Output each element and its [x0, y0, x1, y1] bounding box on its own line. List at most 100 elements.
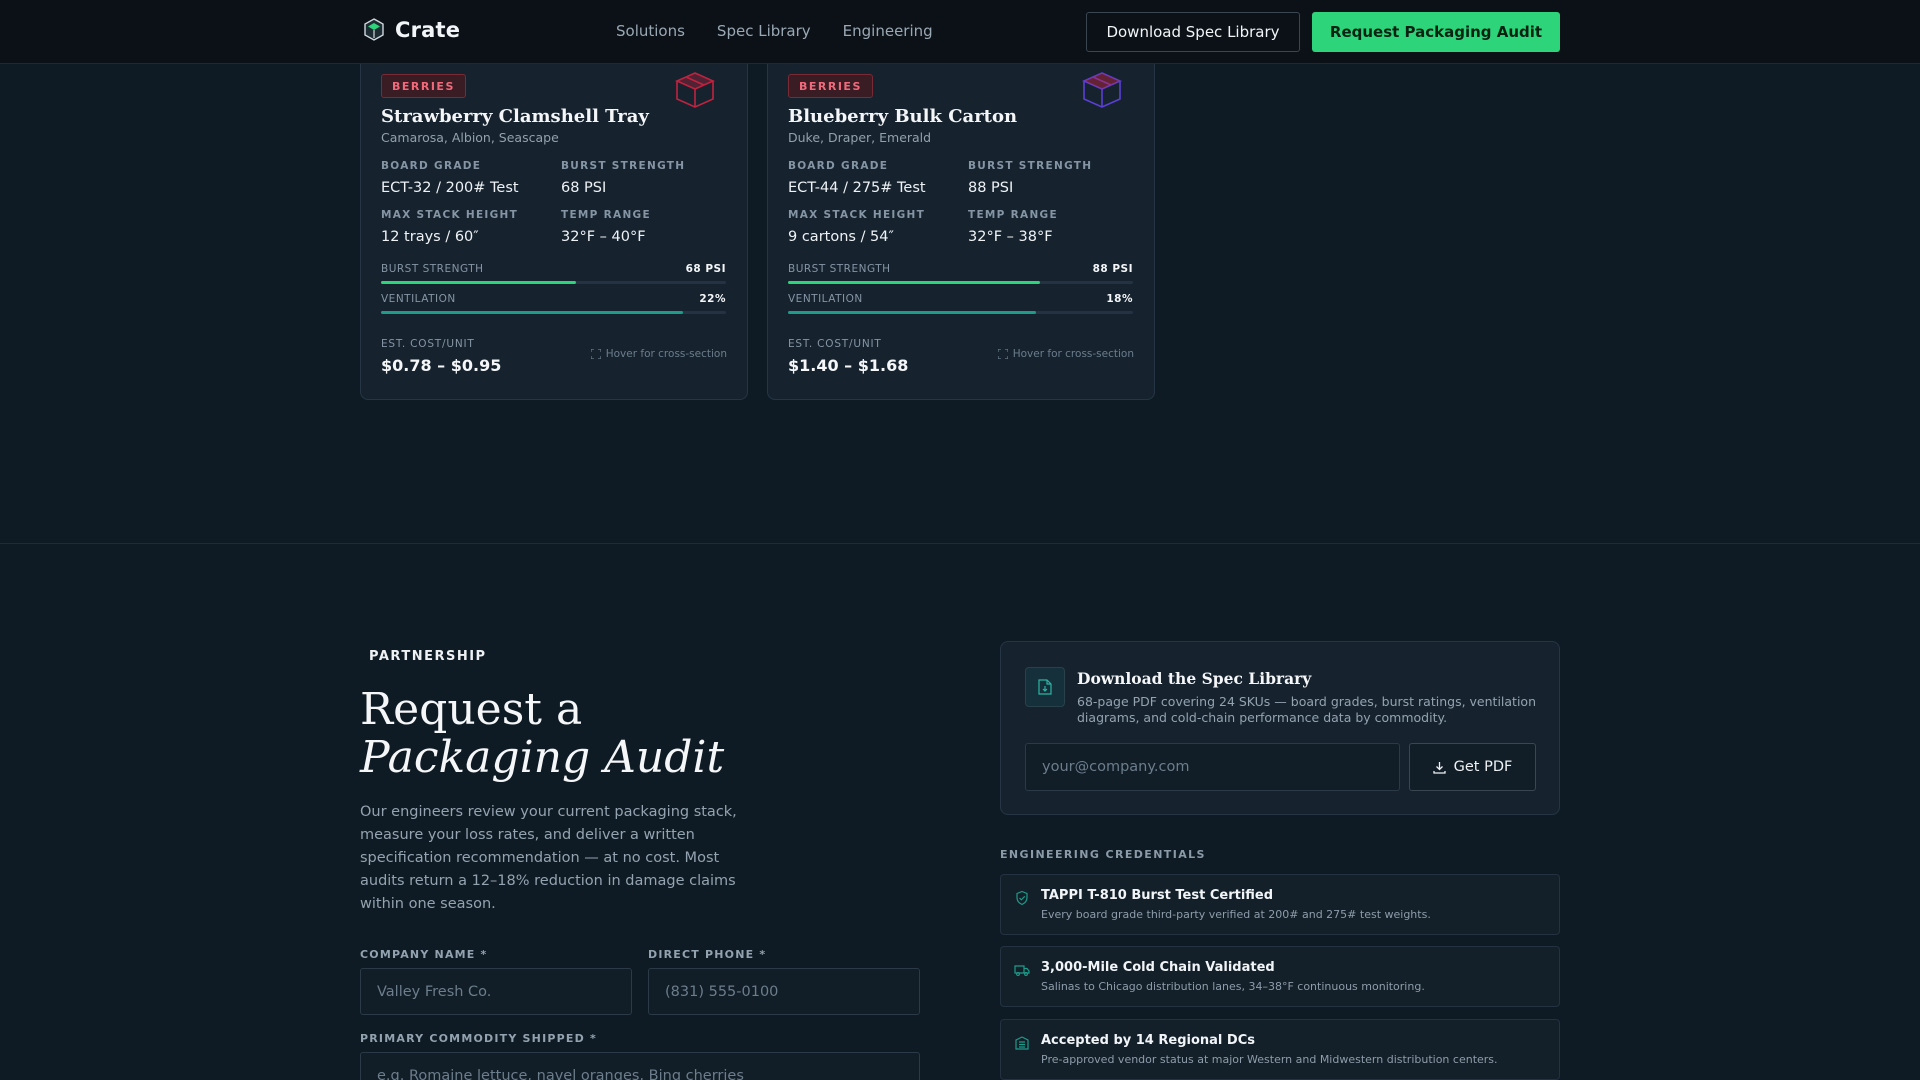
spec-temp-range: TEMP RANGE 32°F – 38°F — [968, 209, 1058, 245]
document-icon — [1025, 667, 1065, 707]
cost-value: $1.40 – $1.68 — [788, 356, 909, 375]
spec-library-panel: Download the Spec Library 68-page PDF co… — [1000, 641, 1560, 815]
nav-link-spec-library[interactable]: Spec Library — [717, 22, 811, 40]
box-icon — [675, 72, 715, 108]
expand-icon — [590, 349, 601, 359]
truck-icon — [1014, 965, 1030, 976]
ventilation-meter: VENTILATION 18% — [788, 293, 1133, 314]
spec-max-stack-height: MAX STACK HEIGHT 12 trays / 60″ — [381, 209, 518, 245]
spec-value: 9 cartons / 54″ — [788, 229, 894, 245]
meter-fill — [381, 311, 683, 314]
nav-link-engineering[interactable]: Engineering — [843, 22, 933, 40]
meter-label: VENTILATION — [788, 293, 863, 305]
top-nav: Crate Solutions Spec Library Engineering… — [0, 0, 1920, 64]
company-name-label: COMPANY NAME * — [360, 948, 488, 961]
product-card-blueberry[interactable]: BERRIES Blueberry Bulk Carton Duke, Drap… — [767, 52, 1155, 400]
meter-track — [788, 311, 1133, 314]
meter-track — [788, 281, 1133, 284]
credential-item: TAPPI T-810 Burst Test Certified Every b… — [1000, 874, 1560, 935]
meter-track — [381, 311, 726, 314]
credential-item: 3,000-Mile Cold Chain Validated Salinas … — [1000, 946, 1560, 1007]
section-divider — [0, 543, 1920, 544]
credential-item: Accepted by 14 Regional DCs Pre-approved… — [1000, 1019, 1560, 1080]
building-icon — [1015, 1036, 1029, 1050]
credential-desc: Salinas to Chicago distribution lanes, 3… — [1041, 980, 1425, 993]
category-badge: BERRIES — [788, 74, 873, 98]
product-varieties: Camarosa, Albion, Seascape — [381, 130, 559, 145]
credential-title: 3,000-Mile Cold Chain Validated — [1041, 960, 1275, 975]
brand-name: Crate — [395, 18, 461, 42]
meter-fill — [788, 281, 1040, 284]
meter-value: 68 PSI — [685, 263, 726, 275]
download-icon — [1432, 761, 1446, 774]
product-title: Blueberry Bulk Carton — [788, 106, 1018, 127]
product-card-strawberry[interactable]: BERRIES Strawberry Clamshell Tray Camaro… — [360, 52, 748, 400]
spec-board-grade: BOARD GRADE ECT-32 / 200# Test — [381, 160, 519, 196]
nav-link-solutions[interactable]: Solutions — [616, 22, 685, 40]
nav-links: Solutions Spec Library Engineering — [616, 22, 933, 40]
direct-phone-input[interactable] — [648, 968, 920, 1015]
email-input[interactable] — [1025, 743, 1400, 791]
credential-title: Accepted by 14 Regional DCs — [1041, 1033, 1255, 1048]
meter-fill — [381, 281, 576, 284]
burst-strength-meter: BURST STRENGTH 68 PSI — [381, 263, 726, 284]
meter-value: 88 PSI — [1092, 263, 1133, 275]
meter-track — [381, 281, 726, 284]
burst-strength-meter: BURST STRENGTH 88 PSI — [788, 263, 1133, 284]
shield-icon — [1016, 890, 1028, 906]
spec-value: 12 trays / 60″ — [381, 229, 479, 245]
spec-label: TEMP RANGE — [968, 209, 1058, 221]
headline-line2: Packaging Audit — [360, 732, 725, 783]
box-icon — [1082, 72, 1122, 108]
cross-section-hint[interactable]: Hover for cross-section — [997, 348, 1134, 360]
hint-text: Hover for cross-section — [605, 348, 727, 360]
request-audit-button[interactable]: Request Packaging Audit — [1312, 12, 1560, 52]
download-spec-library-button[interactable]: Download Spec Library — [1086, 12, 1300, 52]
brand[interactable]: Crate — [363, 18, 460, 42]
cost-value: $0.78 – $0.95 — [381, 356, 502, 375]
headline-line1: Request a — [360, 684, 583, 735]
expand-icon — [997, 349, 1008, 359]
meter-label: BURST STRENGTH — [381, 263, 484, 275]
spec-label: MAX STACK HEIGHT — [381, 209, 519, 221]
credential-desc: Pre-approved vendor status at major West… — [1041, 1053, 1498, 1066]
credential-desc: Every board grade third-party verified a… — [1041, 908, 1431, 921]
credential-title: TAPPI T-810 Burst Test Certified — [1041, 888, 1274, 903]
section-eyebrow: PARTNERSHIP — [369, 649, 487, 664]
audit-lead: Our engineers review your current packag… — [360, 804, 737, 912]
spec-value: ECT-44 / 275# Test — [788, 180, 926, 196]
spec-library-description: 68-page PDF covering 24 SKUs — board gra… — [1077, 694, 1536, 725]
commodity-input[interactable] — [360, 1052, 920, 1080]
crate-logo-icon — [364, 18, 384, 41]
spec-value: ECT-32 / 200# Test — [381, 180, 519, 196]
spec-burst-strength: BURST STRENGTH 68 PSI — [561, 160, 685, 196]
spec-value: 32°F – 40°F — [561, 229, 646, 245]
ventilation-meter: VENTILATION 22% — [381, 293, 726, 314]
spec-library-title: Download the Spec Library — [1077, 669, 1312, 688]
spec-label: TEMP RANGE — [561, 209, 651, 221]
spec-board-grade: BOARD GRADE ECT-44 / 275# Test — [788, 160, 926, 196]
company-name-input[interactable] — [360, 968, 632, 1015]
spec-label: MAX STACK HEIGHT — [788, 209, 926, 221]
spec-value: 32°F – 38°F — [968, 229, 1053, 245]
spec-max-stack-height: MAX STACK HEIGHT 9 cartons / 54″ — [788, 209, 925, 245]
get-pdf-button[interactable]: Get PDF — [1409, 743, 1536, 791]
spec-label: BURST STRENGTH — [968, 160, 1093, 172]
meter-value: 22% — [699, 293, 726, 305]
spec-value: 88 PSI — [968, 180, 1014, 196]
cost-label: EST. COST/UNIT — [381, 338, 475, 350]
spec-label: BOARD GRADE — [381, 160, 482, 172]
direct-phone-label: DIRECT PHONE * — [648, 948, 767, 961]
cost-label: EST. COST/UNIT — [788, 338, 882, 350]
meter-value: 18% — [1106, 293, 1133, 305]
credentials-heading: ENGINEERING CREDENTIALS — [1000, 848, 1206, 861]
hint-text: Hover for cross-section — [1012, 348, 1134, 360]
meter-label: VENTILATION — [381, 293, 456, 305]
product-title: Strawberry Clamshell Tray — [381, 106, 649, 127]
category-badge: BERRIES — [381, 74, 466, 98]
cross-section-hint[interactable]: Hover for cross-section — [590, 348, 727, 360]
get-pdf-label: Get PDF — [1453, 759, 1513, 775]
meter-label: BURST STRENGTH — [788, 263, 891, 275]
meter-fill — [788, 311, 1037, 314]
spec-burst-strength: BURST STRENGTH 88 PSI — [968, 160, 1092, 196]
